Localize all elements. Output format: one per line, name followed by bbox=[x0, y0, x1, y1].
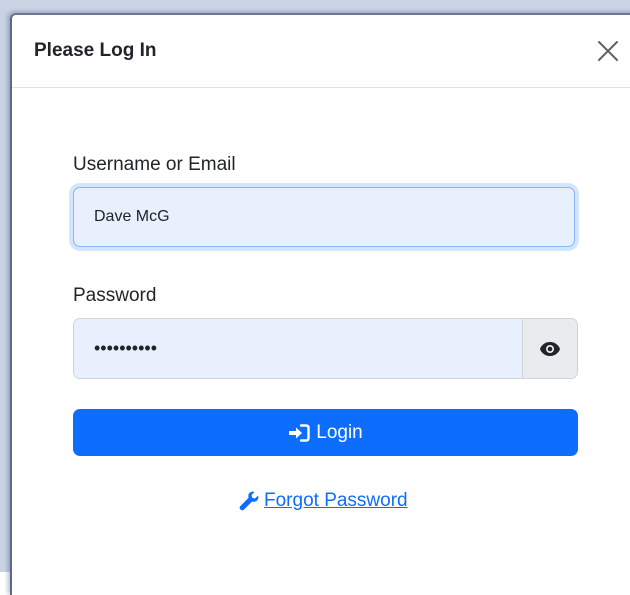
close-button[interactable] bbox=[596, 39, 620, 63]
dialog-header: Please Log In bbox=[12, 15, 630, 88]
dialog-title: Please Log In bbox=[34, 40, 157, 61]
password-input[interactable] bbox=[74, 319, 523, 378]
username-label: Username or Email bbox=[73, 154, 236, 175]
wrench-icon bbox=[239, 491, 259, 511]
forgot-password-label: Forgot Password bbox=[264, 490, 408, 511]
password-input-group bbox=[73, 318, 578, 379]
toggle-password-visibility-button[interactable] bbox=[523, 319, 577, 378]
username-input[interactable] bbox=[73, 187, 575, 247]
window-backdrop: Please Log In Username or Email Password bbox=[0, 0, 630, 595]
close-icon bbox=[598, 41, 618, 61]
eye-icon bbox=[540, 341, 560, 356]
password-label: Password bbox=[73, 285, 157, 306]
login-button[interactable]: Login bbox=[73, 409, 578, 456]
login-button-label: Login bbox=[316, 421, 363, 443]
sign-in-icon bbox=[289, 423, 310, 442]
forgot-password-link[interactable]: Forgot Password bbox=[239, 490, 408, 512]
login-dialog: Please Log In Username or Email Password bbox=[10, 13, 630, 595]
